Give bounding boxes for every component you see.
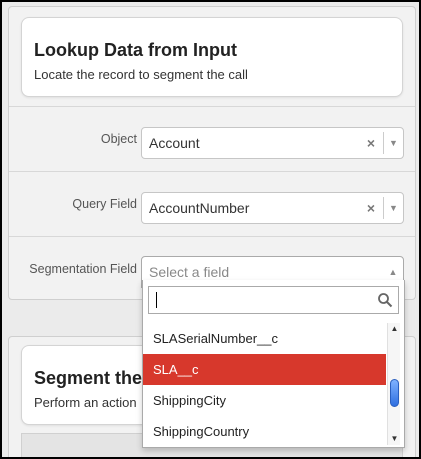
query-field-row: Query Field AccountNumber × ▼	[9, 171, 415, 236]
segment-subtitle: Perform an action	[34, 395, 137, 410]
scroll-thumb[interactable]	[390, 379, 399, 407]
text-caret	[156, 292, 157, 308]
dropdown-option[interactable]: SLASerialNumber__c	[143, 323, 386, 354]
query-field-value: AccountNumber	[149, 200, 250, 216]
lookup-subtitle: Locate the record to segment the call	[34, 67, 248, 82]
object-value: Account	[149, 135, 200, 151]
dropdown-option[interactable]: ShippingCity	[143, 385, 386, 416]
dropdown-search-input[interactable]	[149, 287, 374, 313]
query-field-label: Query Field	[72, 197, 137, 211]
dropdown-search[interactable]	[148, 286, 399, 314]
scroll-up-arrow-icon[interactable]: ▲	[388, 323, 401, 335]
segmentation-field-label: Segmentation Field	[29, 262, 137, 276]
scroll-down-arrow-icon[interactable]: ▼	[388, 433, 401, 445]
app-frame: Lookup Data from Input Locate the record…	[2, 2, 419, 457]
object-row: Object Account × ▼	[9, 106, 415, 171]
lookup-title: Lookup Data from Input	[34, 40, 237, 60]
lookup-panel: Lookup Data from Input Locate the record…	[8, 6, 416, 300]
segmentation-field-dropdown: SLASerialNumber__c SLA__c ShippingCity S…	[142, 280, 405, 448]
dropdown-option[interactable]: ShippingCountry	[143, 416, 386, 447]
object-chevron-down-icon[interactable]: ▼	[383, 132, 403, 154]
dropdown-scrollbar[interactable]: ▲ ▼	[387, 323, 400, 445]
segment-title: Segment the	[34, 368, 143, 388]
search-icon	[378, 293, 393, 308]
object-label: Object	[100, 132, 137, 146]
object-select[interactable]: Account × ▼	[141, 127, 404, 159]
object-clear-icon[interactable]: ×	[367, 128, 375, 158]
dropdown-option-highlighted[interactable]: SLA__c	[143, 354, 386, 385]
dropdown-options: SLASerialNumber__c SLA__c ShippingCity S…	[143, 323, 386, 447]
query-field-clear-icon[interactable]: ×	[367, 193, 375, 223]
query-field-select[interactable]: AccountNumber × ▼	[141, 192, 404, 224]
query-field-chevron-down-icon[interactable]: ▼	[383, 197, 403, 219]
lookup-header-card: Lookup Data from Input Locate the record…	[21, 17, 403, 97]
